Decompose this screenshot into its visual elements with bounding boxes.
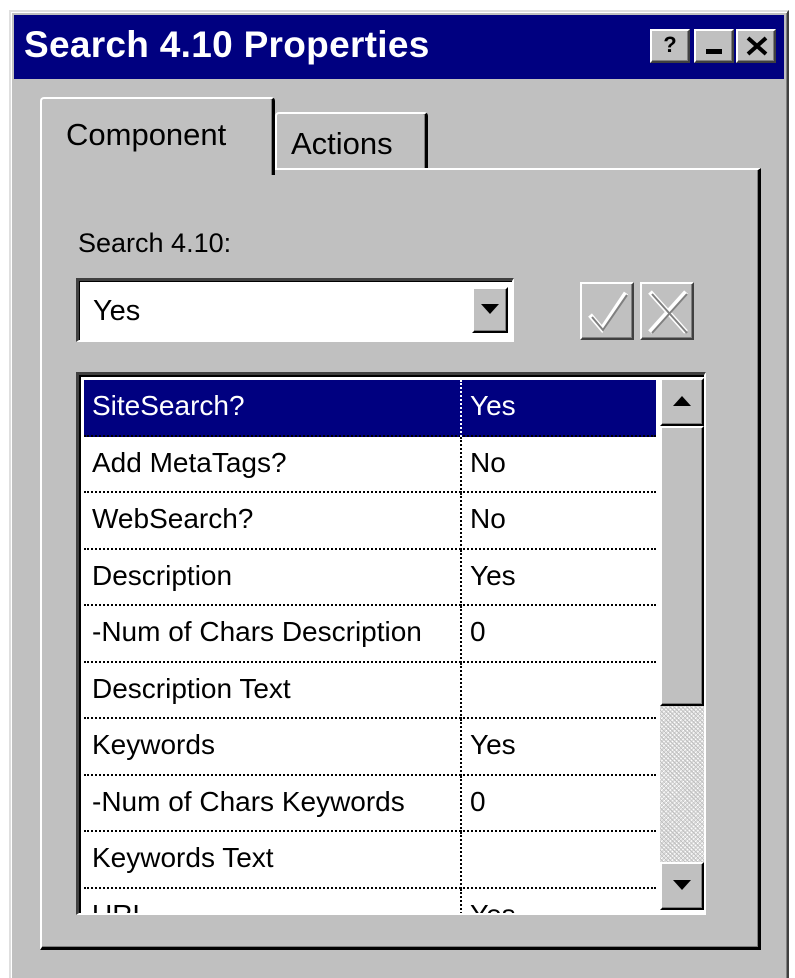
tab-component[interactable]: Component [40, 97, 275, 175]
close-icon [746, 36, 768, 56]
minimize-button[interactable] [694, 29, 734, 63]
window-title: Search 4.10 Properties [24, 24, 430, 65]
title-bar[interactable]: Search 4.10 Properties ? [14, 15, 784, 79]
tab-actions[interactable]: Actions [275, 112, 428, 168]
help-button[interactable]: ? [650, 29, 690, 63]
close-button[interactable] [736, 29, 776, 63]
title-bar-buttons: ? [648, 29, 776, 63]
tab-panel [40, 168, 761, 950]
